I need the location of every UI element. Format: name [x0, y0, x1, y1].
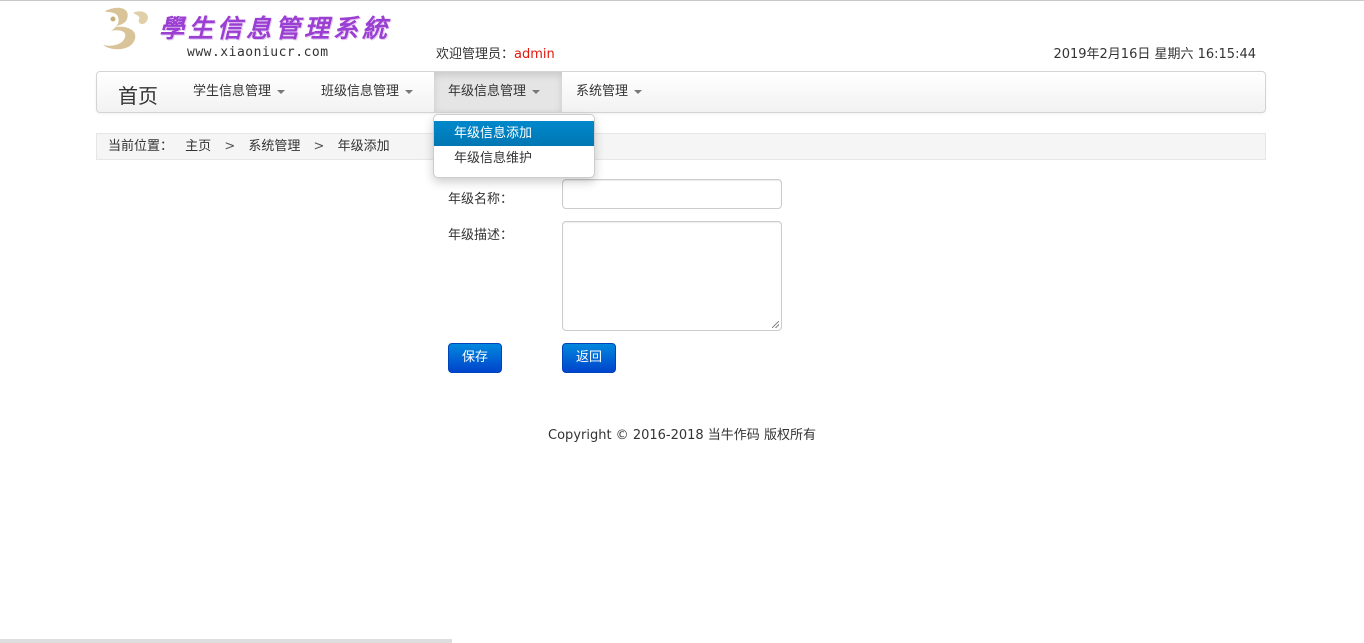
breadcrumb-label: 当前位置： — [108, 139, 174, 154]
logo-b-icon — [103, 7, 148, 50]
nav-item-grade[interactable]: 年级信息管理 — [434, 72, 562, 112]
nav-item-student[interactable]: 学生信息管理 — [179, 72, 299, 112]
logo-title: 學生信息管理系統 — [159, 14, 392, 43]
back-button[interactable]: 返回 — [562, 343, 616, 373]
grade-desc-textarea[interactable] — [562, 221, 782, 331]
breadcrumb-item-home[interactable]: 主页 — [185, 134, 211, 160]
breadcrumb-separator: > — [224, 139, 236, 154]
caret-down-icon — [405, 89, 414, 94]
welcome-prefix: 欢迎管理员： — [436, 47, 515, 62]
dropdown-item-grade-maintain[interactable]: 年级信息维护 — [434, 146, 594, 171]
footer-copyright: Copyright © 2016-2018 当牛作码 版权所有 — [548, 428, 816, 443]
breadcrumb-item-system[interactable]: 系统管理 — [248, 134, 300, 160]
top-border — [0, 0, 1364, 1]
grade-dropdown-menu: 年级信息添加 年级信息维护 — [433, 114, 595, 178]
dropdown-item-grade-add[interactable]: 年级信息添加 — [434, 121, 594, 146]
logo-url: www.xiaoniucr.com — [187, 45, 329, 60]
nav-item-class[interactable]: 班级信息管理 — [307, 72, 427, 112]
nav-item-label: 学生信息管理 — [193, 84, 272, 99]
breadcrumb-separator: > — [313, 139, 325, 154]
breadcrumb: 当前位置： 主页 > 系统管理 > 年级添加 — [96, 133, 1266, 160]
save-button[interactable]: 保存 — [448, 343, 502, 373]
breadcrumb-item-current: 年级添加 — [337, 139, 390, 154]
nav-item-label: 班级信息管理 — [321, 84, 400, 99]
site-logo[interactable]: 學生信息管理系統 www.xiaoniucr.com — [97, 5, 397, 65]
nav-item-label: 系统管理 — [576, 84, 629, 99]
resize-grip-icon[interactable] — [772, 321, 779, 328]
main-navbar: 首页 学生信息管理 班级信息管理 年级信息管理 系统管理 — [96, 71, 1266, 113]
grade-name-label: 年级名称： — [448, 192, 514, 207]
nav-brand-home[interactable]: 首页 — [118, 80, 158, 109]
welcome-text: 欢迎管理员：admin — [436, 43, 555, 62]
horizontal-scrollbar[interactable] — [0, 639, 452, 643]
nav-item-system[interactable]: 系统管理 — [562, 72, 656, 112]
grade-desc-label: 年级描述： — [448, 228, 514, 243]
caret-down-icon — [634, 89, 643, 94]
caret-down-icon — [277, 89, 286, 94]
nav-item-label: 年级信息管理 — [448, 84, 527, 99]
grade-name-input[interactable] — [562, 179, 782, 209]
current-datetime: 2019年2月16日 星期六 16:15:44 — [1053, 47, 1256, 62]
welcome-username: admin — [514, 47, 555, 62]
caret-down-icon — [532, 89, 541, 94]
